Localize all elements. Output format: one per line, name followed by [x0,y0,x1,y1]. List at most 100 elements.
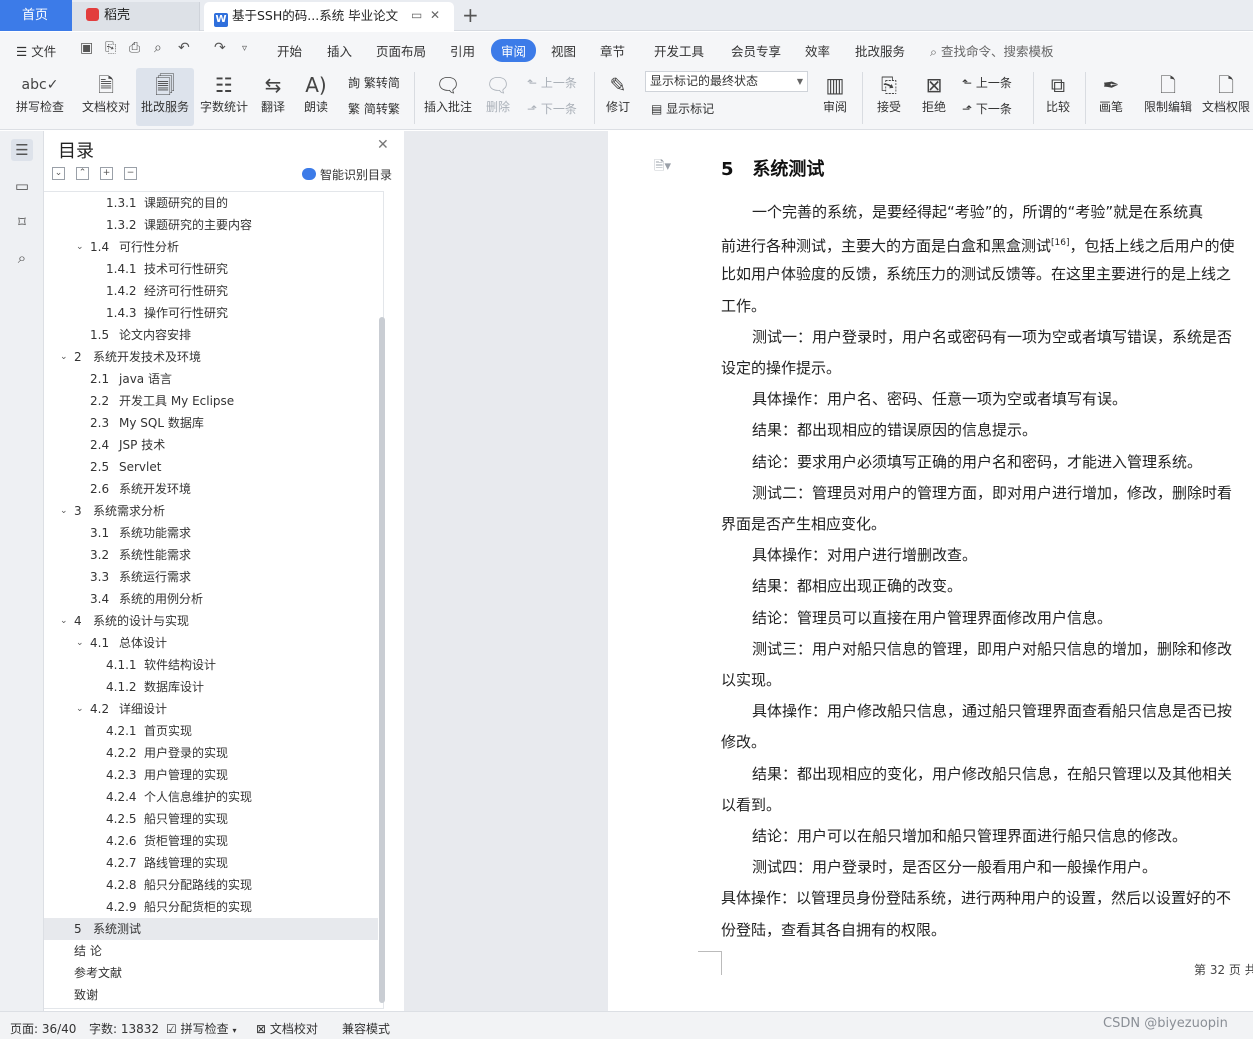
simp-to-trad-button[interactable]: 繁 简转繁 [348,100,400,117]
translate-button[interactable]: ⇆ 翻译 [255,68,291,126]
doc-proof-button[interactable]: 🗎 文档校对 [78,68,134,126]
toc-item[interactable]: ⌄ 4.1 总体设计 [44,632,378,654]
toc-item[interactable]: 2.6 系统开发环境 [44,478,378,500]
toc-item[interactable]: 2.4 JSP 技术 [44,434,378,456]
spell-check-button[interactable]: abc✓ 拼写检查 [8,68,72,126]
toc-item[interactable]: 5 系统测试 [44,918,378,940]
toc-item[interactable]: 3.3 系统运行需求 [44,566,378,588]
close-icon[interactable]: ✕ [377,137,389,153]
toc-item[interactable]: 2.1 java 语言 [44,368,378,390]
print-preview-icon[interactable]: ⌕ [154,40,162,56]
trad-to-simp-button[interactable]: 詢 繁转简 [348,74,400,91]
toc-item[interactable]: 4.2.2 用户登录的实现 [44,742,378,764]
toc-item[interactable]: 4.2.5 船只管理的实现 [44,808,378,830]
toc-scrollbar[interactable] [379,317,385,1003]
toc-item[interactable]: 4.2.4 个人信息维护的实现 [44,786,378,808]
toc-item[interactable]: 1.3.2 课题研究的主要内容 [44,214,378,236]
menu-review[interactable]: 审阅 [491,39,537,62]
toc-item[interactable]: ⌄ 4 系统的设计与实现 [44,610,378,632]
toc-item[interactable]: 4.2.3 用户管理的实现 [44,764,378,786]
bookmark-icon[interactable]: ⌑ [11,211,33,233]
undo-icon[interactable]: ↶ [178,40,190,56]
read-aloud-button[interactable]: A) 朗读 [299,68,333,126]
toc-item[interactable]: 4.1.2 数据库设计 [44,676,378,698]
delete-comment-button[interactable]: 🗨 删除 [480,68,516,126]
new-tab-button[interactable]: + [462,0,479,31]
prev-change-button[interactable]: ⬑ 上一条 [962,74,1012,91]
compare-button[interactable]: ⧉ 比较 [1038,68,1078,126]
page-options-icon[interactable]: 🗎▾ [654,157,671,179]
smart-toc-button[interactable]: 智能识别目录 [302,166,392,183]
toc-item[interactable]: 2.2 开发工具 My Eclipse [44,390,378,412]
menu-view[interactable]: 视图 [551,41,576,60]
toc-item[interactable]: 4.1.1 软件结构设计 [44,654,378,676]
toc-item[interactable]: 4.2.1 首页实现 [44,720,378,742]
toc-item[interactable]: ⌄ 4.2 详细设计 [44,698,378,720]
toc-item[interactable]: 1.3.1 课题研究的目的 [44,192,378,214]
menu-efficiency[interactable]: 效率 [805,41,830,60]
toc-pane-icon[interactable]: ☰ [11,139,33,161]
toc-item[interactable]: 3.2 系统性能需求 [44,544,378,566]
chevron-down-icon[interactable]: ⌄ [60,610,68,632]
toc-item[interactable]: ⌄ 1.4 可行性分析 [44,236,378,258]
toc-item[interactable]: 1.4.2 经济可行性研究 [44,280,378,302]
review-pane-button[interactable]: ▥ 审阅 [815,68,855,126]
markup-mode-select[interactable]: 显示标记的最终状态 ▼ [645,71,808,92]
add-heading-icon[interactable]: + [100,167,113,180]
toc-item[interactable]: 结 论 [44,940,378,962]
chevron-down-icon[interactable]: ⌄ [76,698,84,720]
next-change-button[interactable]: ⬏ 下一条 [962,100,1012,117]
redo-icon[interactable]: ↷ [214,40,226,56]
more-chevron-icon[interactable]: ▿ [242,43,247,54]
word-count-button[interactable]: ☷ 字数统计 [197,68,251,126]
track-changes-button[interactable]: ✎ 修订 [599,68,637,126]
doc-proof-status[interactable]: ⊠ 文档校对 [256,1020,318,1037]
correction-service-button[interactable]: 🗐 批改服务 [136,68,194,126]
toc-item[interactable]: 4.2.7 路线管理的实现 [44,852,378,874]
chevron-down-icon[interactable]: ⌄ [76,632,84,654]
toc-item[interactable]: 4.2.6 货柜管理的实现 [44,830,378,852]
chevron-down-icon[interactable]: ⌄ [76,236,84,258]
menu-references[interactable]: 引用 [450,41,475,60]
toc-item[interactable]: 1.4.3 操作可行性研究 [44,302,378,324]
toc-item[interactable]: 3.1 系统功能需求 [44,522,378,544]
toc-item[interactable]: 3.4 系统的用例分析 [44,588,378,610]
toc-item[interactable]: 4.2.9 船只分配货柜的实现 [44,896,378,918]
menu-developer[interactable]: 开发工具 [654,41,704,60]
screen-icon[interactable]: ▭ [411,2,422,29]
show-markup-button[interactable]: ▤ 显示标记 [651,100,714,117]
save-icon[interactable]: ▣ [80,40,93,56]
chevron-down-icon[interactable]: ⌄ [60,346,68,368]
tab-document[interactable]: W 基于SSH的码...系统 毕业论文 ▭ ✕ [204,2,454,31]
toc-item[interactable]: ⌄ 3 系统需求分析 [44,500,378,522]
menu-start[interactable]: 开始 [277,41,302,60]
menu-member[interactable]: 会员专享 [731,41,781,60]
menu-correction[interactable]: 批改服务 [855,41,905,60]
citation-ref[interactable]: [16] [1051,238,1069,248]
tab-daoke[interactable]: 稻壳 [72,2,200,31]
restrict-edit-button[interactable]: 🗋 限制编辑 [1140,68,1196,126]
menu-section[interactable]: 章节 [600,41,625,60]
document-page[interactable]: 🗎▾ 5 系统测试 一个完善的系统，是要经得起“考验”的，所谓的“考验”就是在系… [608,131,1253,1011]
insert-comment-button[interactable]: 🗨 插入批注 [420,68,476,126]
tab-home[interactable]: 首页 [0,0,72,31]
command-search[interactable]: ⌕ 查找命令、搜索模板 [930,41,1054,60]
page-indicator[interactable]: 页面: 36/40 [10,1020,76,1037]
reject-button[interactable]: ⊠ 拒绝 [914,68,954,126]
collapse-all-icon[interactable]: ⌄ [52,167,65,180]
chevron-down-icon[interactable]: ⌄ [60,500,68,522]
toc-item[interactable]: 参考文献 [44,962,378,984]
expand-up-icon[interactable]: ⌃ [76,167,89,180]
doc-permission-button[interactable]: 🗋 文档权限 [1199,68,1253,126]
file-menu[interactable]: ☰ 文件 [16,41,56,60]
print-icon[interactable]: ⎙ [129,40,140,56]
next-comment-button[interactable]: ⬏ 下一条 [527,100,577,117]
search-icon[interactable]: ⌕ [11,247,33,269]
remove-heading-icon[interactable]: − [124,167,137,180]
toc-item[interactable]: 1.4.1 技术可行性研究 [44,258,378,280]
menu-page-layout[interactable]: 页面布局 [376,41,426,60]
close-tab-icon[interactable]: ✕ [430,2,440,29]
accept-button[interactable]: ⎘ 接受 [869,68,909,126]
toc-item[interactable]: 2.3 My SQL 数据库 [44,412,378,434]
toc-item[interactable]: 2.5 Servlet [44,456,378,478]
